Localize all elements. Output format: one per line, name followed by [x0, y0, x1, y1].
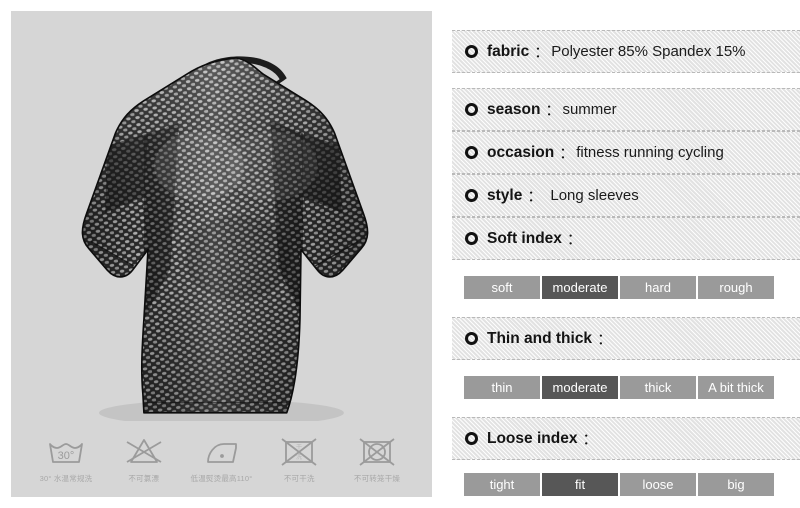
bullet-icon — [465, 432, 478, 445]
svg-text:洗: 洗 — [296, 453, 302, 461]
spec-value: Polyester 85% Spandex 15% — [551, 43, 746, 60]
spec-label: Soft index — [487, 229, 562, 247]
care-item-bleach: 不可氯漂 — [107, 433, 181, 483]
scale-option[interactable]: soft — [464, 276, 542, 299]
no-tumble-dry-icon — [355, 433, 399, 469]
spec-label: style — [487, 186, 523, 204]
product-detail-page: 30° 30° 水温常规洗 不可氯漂 低温熨烫最高110° 干 洗 不可干洗 不… — [0, 0, 800, 508]
spec-colon: ： — [582, 431, 598, 448]
spec-row-style: style ： Long sleeves — [452, 174, 800, 217]
wash-30-degrees-icon: 30° — [44, 433, 88, 469]
scale-option-selected[interactable]: moderate — [542, 376, 620, 399]
scale-option[interactable]: A bit thick — [698, 376, 774, 399]
loose-index-scale[interactable]: tight fit loose big — [464, 473, 774, 496]
spec-row-occasion: occasion ： fitness running cycling — [452, 131, 800, 174]
spec-label: season — [487, 100, 541, 118]
scale-option-selected[interactable]: moderate — [542, 276, 620, 299]
spec-row-thin-and-thick: Thin and thick ： — [452, 317, 800, 360]
spec-row-fabric: fabric ： Polyester 85% Spandex 15% — [452, 30, 800, 73]
soft-index-scale[interactable]: soft moderate hard rough — [464, 276, 774, 299]
svg-text:干: 干 — [296, 444, 302, 451]
scale-option[interactable]: tight — [464, 473, 542, 496]
low-iron-110-icon — [200, 433, 244, 469]
spec-colon: ： — [534, 44, 550, 61]
bullet-icon — [465, 45, 478, 58]
care-caption: 30° 水温常规洗 — [39, 474, 93, 483]
care-caption: 不可氯漂 — [128, 474, 160, 483]
care-caption: 低温熨烫最高110° — [190, 474, 253, 483]
spec-label: Thin and thick — [487, 329, 593, 347]
scale-option[interactable]: hard — [620, 276, 698, 299]
scale-option[interactable]: thick — [620, 376, 698, 399]
spec-colon: ： — [566, 231, 582, 248]
compression-shirt-illustration — [11, 11, 432, 421]
thin-thick-scale[interactable]: thin moderate thick A bit thick — [464, 376, 774, 399]
spec-colon: ： — [559, 145, 575, 162]
care-caption: 不可转笼干燥 — [353, 474, 401, 483]
no-dry-clean-icon: 干 洗 — [277, 433, 321, 469]
spec-value: summer — [562, 101, 617, 118]
care-item-dry-clean: 干 洗 不可干洗 — [262, 433, 336, 483]
scale-option[interactable]: rough — [698, 276, 774, 299]
scale-option[interactable]: thin — [464, 376, 542, 399]
spec-label: occasion — [487, 143, 555, 161]
spec-row-soft-index: Soft index ： — [452, 217, 800, 260]
spec-row-loose-index: Loose index ： — [452, 417, 800, 460]
bullet-icon — [465, 103, 478, 116]
specification-list: fabric ： Polyester 85% Spandex 15% seaso… — [452, 0, 800, 508]
bullet-icon — [465, 146, 478, 159]
spec-value: Long sleeves — [550, 187, 639, 204]
bullet-icon — [465, 189, 478, 202]
spec-value: fitness running cycling — [576, 144, 724, 161]
scale-option[interactable]: loose — [620, 473, 698, 496]
scale-option[interactable]: big — [698, 473, 774, 496]
scale-option-selected[interactable]: fit — [542, 473, 620, 496]
wash-temp-label: 30° — [58, 450, 75, 462]
spec-row-season: season ： summer — [452, 88, 800, 131]
bullet-icon — [465, 232, 478, 245]
spec-label: Loose index — [487, 429, 578, 447]
no-bleach-icon — [122, 433, 166, 469]
care-item-iron: 低温熨烫最高110° — [185, 433, 259, 483]
care-item-tumble-dry: 不可转笼干燥 — [340, 433, 414, 483]
care-instructions-row: 30° 30° 水温常规洗 不可氯漂 低温熨烫最高110° 干 洗 不可干洗 不… — [11, 425, 432, 497]
care-item-wash: 30° 30° 水温常规洗 — [29, 433, 103, 483]
care-caption: 不可干洗 — [283, 474, 315, 483]
spec-label: fabric — [487, 42, 530, 60]
spec-colon: ： — [597, 331, 613, 348]
product-photo-panel: 30° 30° 水温常规洗 不可氯漂 低温熨烫最高110° 干 洗 不可干洗 不… — [11, 11, 432, 497]
spec-colon: ： — [527, 188, 543, 205]
bullet-icon — [465, 332, 478, 345]
garment-photo — [11, 11, 432, 421]
spec-colon: ： — [545, 102, 561, 119]
